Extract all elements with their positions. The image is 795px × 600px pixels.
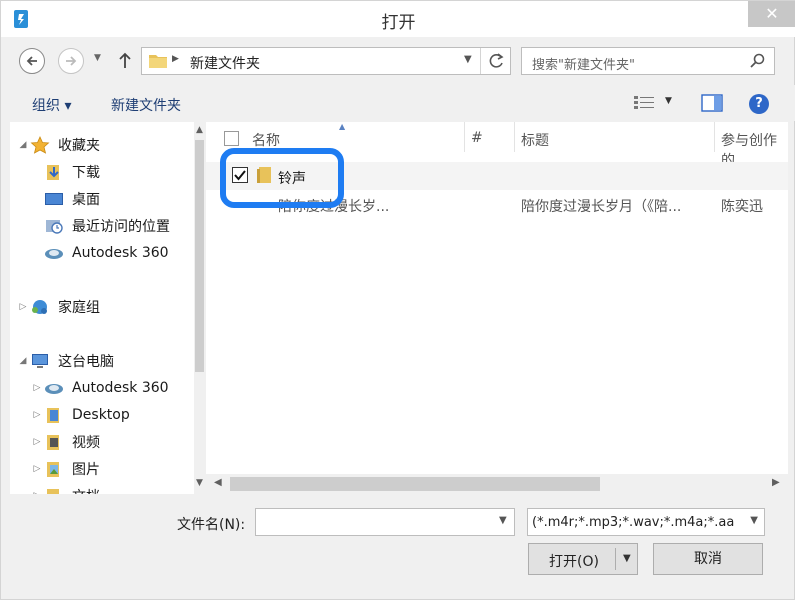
collapse-arrow-icon[interactable]: ◢ [16, 356, 30, 366]
collapse-arrow-icon[interactable]: ◢ [16, 140, 30, 150]
refresh-button[interactable] [480, 48, 510, 74]
sidebar-item-homegroup[interactable]: ▷ 家庭组 [16, 295, 100, 319]
expand-arrow-icon[interactable]: ▷ [30, 464, 44, 474]
sidebar-item-this-pc[interactable]: ◢ 这台电脑 [16, 349, 114, 373]
organize-button[interactable]: 组织 ▾ [32, 95, 71, 115]
address-bar[interactable]: ▶ 新建文件夹 ▼ [141, 47, 511, 75]
file-title: 陪你度过漫长岁月（《陪... [521, 199, 682, 215]
open-button-label: 打开(O) [549, 554, 599, 570]
autodesk-cloud-icon [44, 244, 66, 262]
close-button[interactable]: ✕ [748, 1, 795, 27]
open-options-dropdown[interactable]: ▼ [623, 553, 631, 564]
scroll-down-icon[interactable]: ▼ [194, 478, 205, 488]
expand-arrow-icon[interactable]: ▷ [30, 437, 44, 447]
window-title: 打开 [381, 13, 416, 33]
sidebar-item-downloads[interactable]: 下载 [30, 160, 100, 184]
sidebar-item-label: 桌面 [72, 192, 100, 208]
sidebar-item-documents[interactable]: ▷ 文档 [30, 484, 100, 494]
sidebar-item-pictures[interactable]: ▷ 图片 [30, 457, 100, 481]
sidebar-item-favorites[interactable]: ◢ 收藏夹 [16, 133, 100, 157]
sidebar-item-videos[interactable]: ▷ 视频 [30, 430, 100, 454]
cancel-button[interactable]: 取消 [653, 543, 763, 575]
sidebar-item-label: 视频 [72, 435, 100, 451]
help-icon[interactable]: ? [749, 94, 769, 114]
command-bar: 组织 ▾ 新建文件夹 ▼ ? [1, 85, 795, 121]
pictures-folder-icon [44, 460, 66, 478]
folder-icon [149, 55, 167, 68]
breadcrumb-chevron-icon[interactable]: ▶ [172, 54, 179, 64]
sidebar-item-desktop[interactable]: 桌面 [30, 187, 100, 211]
sidebar-item-label: 图片 [72, 462, 100, 478]
sidebar-item-autodesk-360[interactable]: Autodesk 360 [30, 241, 169, 265]
arrow-left-icon [26, 56, 37, 66]
desktop-icon [44, 190, 66, 208]
arrow-right-icon [66, 56, 77, 66]
new-folder-button[interactable]: 新建文件夹 [111, 95, 181, 115]
navigation-pane: ◢ 收藏夹 下载 桌面 最近访问的位置 Autodesk 360 ▷ 家庭组 ◢… [10, 122, 205, 494]
autodesk-cloud-icon [44, 379, 66, 397]
file-type-filter[interactable]: (*.m4r;*.mp3;*.wav;*.m4a;*.aa ▼ [527, 508, 765, 536]
video-folder-icon [44, 433, 66, 451]
expand-arrow-icon[interactable]: ▷ [30, 491, 44, 494]
sidebar-item-label: 这台电脑 [58, 354, 114, 370]
title-bar: 打开 ✕ [1, 1, 795, 37]
filename-label: 文件名(N): [177, 517, 246, 533]
sidebar-item-label: Autodesk 360 [72, 245, 169, 261]
arrow-up-icon [119, 52, 131, 68]
expand-arrow-icon[interactable]: ▷ [30, 410, 44, 420]
scroll-up-icon[interactable]: ▲ [194, 125, 205, 135]
scroll-right-icon[interactable]: ▶ [772, 477, 780, 488]
star-icon [30, 136, 52, 154]
sidebar-item-label: 收藏夹 [58, 138, 100, 154]
forward-button[interactable] [58, 48, 84, 74]
column-header-name[interactable]: 名称 [252, 130, 280, 150]
sidebar-item-pc-autodesk-360[interactable]: ▷ Autodesk 360 [30, 376, 169, 400]
file-list: ▲ 名称 # 标题 参与创作的 铃声 陪你度过漫长岁... 陪你度过漫长岁月（《… [206, 122, 788, 494]
search-icon [750, 53, 765, 68]
sidebar-item-label: 文档 [72, 486, 100, 494]
computer-icon [30, 352, 52, 370]
scrollbar-thumb[interactable] [195, 140, 204, 372]
chevron-down-icon[interactable]: ▼ [750, 515, 758, 526]
filename-input[interactable] [255, 508, 515, 536]
folder-icon [44, 406, 66, 424]
sidebar-item-pc-desktop[interactable]: ▷ Desktop [30, 403, 130, 427]
documents-folder-icon [44, 487, 66, 494]
up-button[interactable] [117, 51, 135, 71]
preview-pane-icon[interactable] [701, 94, 723, 112]
file-type-filter-value: (*.m4r;*.mp3;*.wav;*.m4a;*.aa [532, 515, 735, 530]
file-artist: 陈奕迅 [721, 199, 763, 215]
view-details-icon[interactable] [633, 95, 655, 111]
recent-places-icon [44, 217, 66, 235]
open-button[interactable]: 打开(O) ▼ [528, 543, 638, 575]
scroll-left-icon[interactable]: ◀ [214, 477, 222, 488]
horizontal-scrollbar[interactable]: ◀ ▶ [206, 474, 788, 494]
homegroup-icon [30, 298, 52, 316]
breadcrumb-segment[interactable]: 新建文件夹 [190, 53, 260, 73]
download-folder-icon [44, 163, 66, 181]
sidebar-item-label: Autodesk 360 [72, 380, 169, 396]
column-header-title[interactable]: 标题 [521, 130, 549, 150]
expand-arrow-icon[interactable]: ▷ [16, 302, 30, 312]
sidebar-item-label: 家庭组 [58, 300, 100, 316]
recent-locations-dropdown[interactable]: ▼ [94, 53, 101, 63]
navigation-scrollbar[interactable]: ▲ ▼ [194, 122, 205, 494]
column-header-number[interactable]: # [471, 130, 483, 146]
select-all-checkbox[interactable] [224, 131, 239, 146]
refresh-icon [489, 53, 504, 68]
scrollbar-thumb[interactable] [230, 477, 600, 491]
sidebar-item-recent[interactable]: 最近访问的位置 [30, 214, 170, 238]
highlight-annotation [220, 148, 344, 208]
search-placeholder[interactable]: 搜索"新建文件夹" [532, 54, 635, 73]
search-box[interactable]: 搜索"新建文件夹" [521, 47, 775, 75]
sidebar-item-label: Desktop [72, 407, 130, 423]
sidebar-item-label: 最近访问的位置 [72, 219, 170, 235]
expand-arrow-icon[interactable]: ▷ [30, 383, 44, 393]
view-options-dropdown[interactable]: ▼ [665, 96, 672, 106]
open-file-dialog: 打开 ✕ ▼ ▶ 新建文件夹 ▼ 搜索"新建文件夹" 组织 ▾ 新建文件夹 ▼ … [0, 0, 795, 600]
address-dropdown[interactable]: ▼ [464, 54, 472, 65]
sort-ascending-icon: ▲ [339, 122, 346, 131]
back-button[interactable] [19, 48, 45, 74]
sidebar-item-label: 下载 [72, 165, 100, 181]
